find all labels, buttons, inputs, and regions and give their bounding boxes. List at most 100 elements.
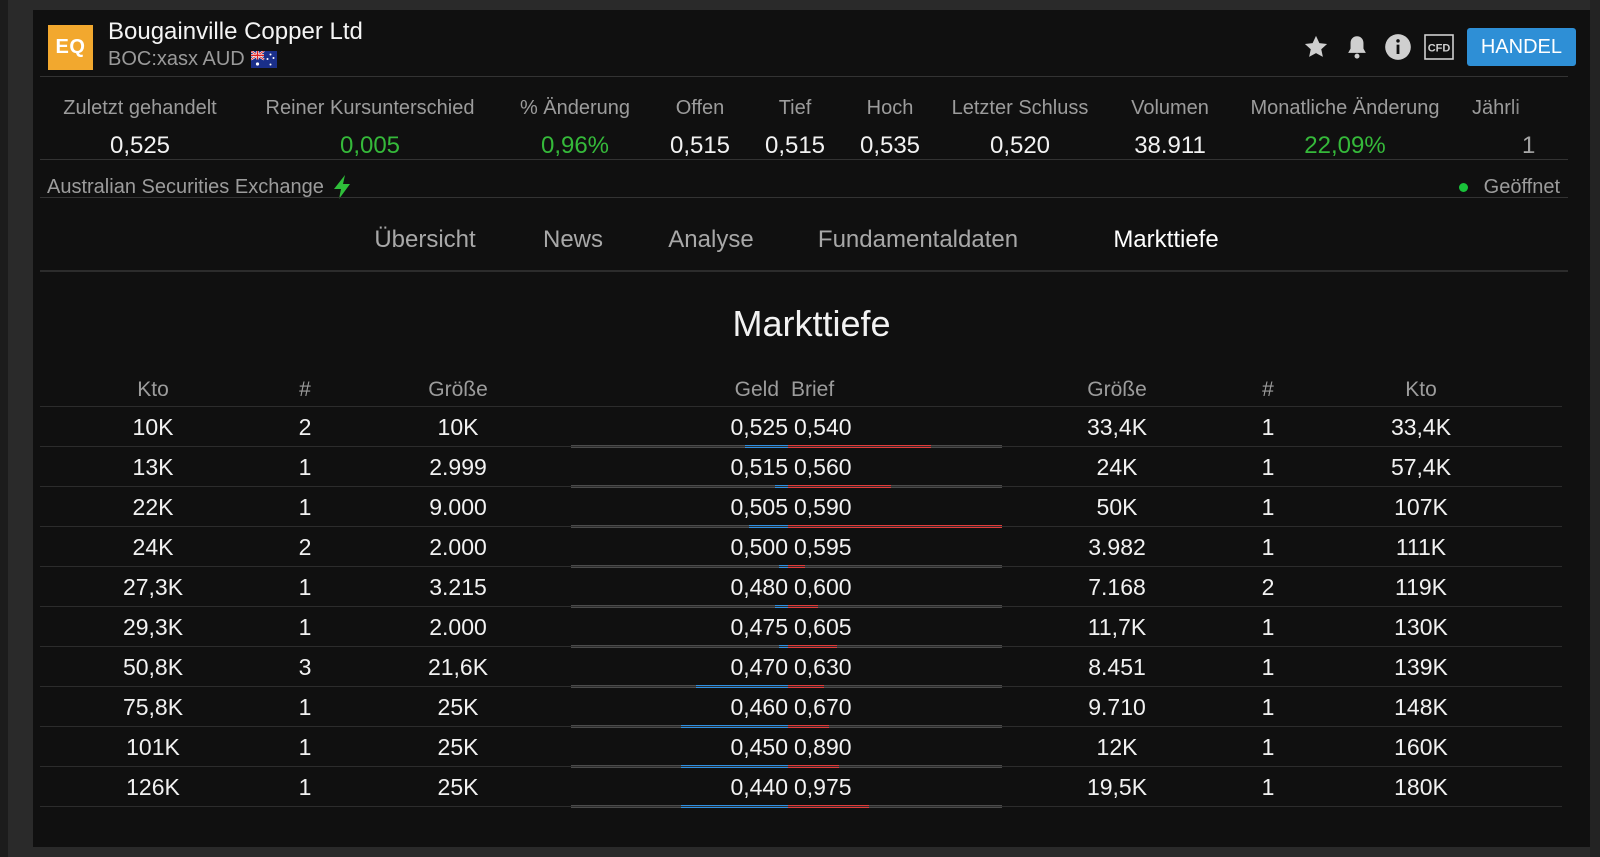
- scrollbar-track[interactable]: [1590, 0, 1600, 857]
- cell-kto-bid: 50,8K: [122, 654, 184, 680]
- cell-size-ask: 11,7K: [1087, 614, 1147, 640]
- table-row[interactable]: 10K 2 10K 33,4K 1 33,4K 0,525 0,540: [40, 407, 1562, 448]
- tab-fundamentals[interactable]: Fundamentaldaten: [798, 208, 1038, 272]
- header-divider: [40, 76, 1568, 77]
- table-row[interactable]: 24K 2 2.000 3.982 1 111K 0,500 0,595: [40, 527, 1562, 568]
- stat-label: Offen: [675, 97, 725, 119]
- table-row[interactable]: 50,8K 3 21,6K 8.451 1 139K 0,470 0,630: [40, 647, 1562, 688]
- table-row[interactable]: 29,3K 1 2.000 11,7K 1 130K 0,475 0,605: [40, 607, 1562, 648]
- cell-ask-price: 0,630: [794, 654, 852, 680]
- cell-ask-price: 0,540: [794, 414, 852, 440]
- company-name: Bougainville Copper Ltd: [108, 18, 363, 45]
- cell-count-bid: 1: [298, 734, 312, 760]
- tab-label: News: [542, 226, 603, 253]
- cell-kto-bid: 27,3K: [122, 574, 184, 600]
- header-count-ask: #: [1262, 378, 1274, 401]
- cell-count-bid: 1: [298, 694, 312, 720]
- header-count-bid: #: [299, 378, 311, 401]
- cell-count-bid: 2: [298, 534, 312, 560]
- table-row[interactable]: 101K 1 25K 12K 1 160K 0,450 0,890: [40, 727, 1562, 768]
- stat-open: Offen 0,515: [655, 86, 745, 160]
- cell-kto-bid: 10K: [132, 414, 174, 440]
- cell-ask-price: 0,560: [794, 454, 852, 480]
- tab-market-depth[interactable]: Markttiefe: [1079, 208, 1253, 272]
- cell-size-ask: 3.982: [1088, 534, 1146, 560]
- cell-kto-ask: 139K: [1394, 654, 1448, 680]
- cell-bid-price: 0,450: [730, 734, 788, 760]
- stat-net-change: Reiner Kursunterschied 0,005: [245, 86, 495, 160]
- cell-kto-bid: 75,8K: [122, 694, 184, 720]
- cell-bid-price: 0,460: [730, 694, 788, 720]
- row-divider: [40, 806, 1562, 807]
- info-icon[interactable]: [1382, 31, 1414, 63]
- cell-count-ask: 2: [1261, 574, 1275, 600]
- cell-kto-ask: 180K: [1394, 774, 1448, 800]
- cell-size-bid: 2.000: [429, 534, 487, 560]
- cell-bid-price: 0,525: [730, 414, 788, 440]
- cell-count-ask: 1: [1261, 654, 1275, 680]
- stat-label: Zuletzt gehandelt: [63, 97, 217, 119]
- cell-kto-bid: 29,3K: [122, 614, 184, 640]
- stat-percent-change: % Änderung 0,96%: [505, 86, 645, 160]
- stats-overflow-fade: [1508, 86, 1568, 168]
- ticker-line: BOC:xasx AUD: [108, 48, 277, 71]
- stat-value: 0,525: [109, 132, 171, 159]
- cell-size-ask: 12K: [1096, 734, 1138, 760]
- cell-kto-bid: 13K: [132, 454, 174, 480]
- tab-news[interactable]: News: [523, 208, 623, 272]
- cell-count-ask: 1: [1261, 494, 1275, 520]
- table-row[interactable]: 22K 1 9.000 50K 1 107K 0,505 0,590: [40, 487, 1562, 528]
- cell-size-ask: 9.710: [1088, 694, 1146, 720]
- ticker-symbol: BOC:xasx AUD: [108, 48, 245, 70]
- cell-bid-price: 0,505: [730, 494, 788, 520]
- market-status-text: Geöffnet: [1483, 175, 1560, 198]
- header-actions: CFD HANDEL: [1300, 28, 1576, 66]
- tab-overview[interactable]: Übersicht: [355, 208, 495, 272]
- cell-count-ask: 1: [1261, 414, 1275, 440]
- table-row[interactable]: 27,3K 1 3.215 7.168 2 119K 0,480 0,600: [40, 567, 1562, 608]
- cell-count-bid: 1: [298, 774, 312, 800]
- market-status: Geöffnet: [1458, 168, 1560, 206]
- tab-label: Markttiefe: [1113, 226, 1219, 253]
- cell-size-ask: 24K: [1096, 454, 1138, 480]
- cell-bid-price: 0,500: [730, 534, 788, 560]
- cell-size-ask: 8.451: [1088, 654, 1146, 680]
- star-icon[interactable]: [1300, 31, 1332, 63]
- market-depth-title: Markttiefe: [732, 303, 891, 344]
- table-row[interactable]: 13K 1 2.999 24K 1 57,4K 0,515 0,560: [40, 447, 1562, 488]
- stat-value: 0,515: [764, 132, 826, 159]
- tab-label: Analyse: [668, 226, 754, 253]
- stat-label: Reiner Kursunterschied: [265, 97, 475, 119]
- cell-count-bid: 1: [298, 614, 312, 640]
- header-ask: Brief: [791, 378, 835, 401]
- cell-kto-ask: 119K: [1394, 574, 1448, 600]
- cell-count-bid: 1: [298, 574, 312, 600]
- cell-ask-price: 0,590: [794, 494, 852, 520]
- stat-high: Hoch 0,535: [845, 86, 935, 160]
- stat-last-traded: Zuletzt gehandelt 0,525: [40, 86, 240, 160]
- bell-icon[interactable]: [1341, 31, 1373, 63]
- exchange-name: Australian Securities Exchange: [47, 175, 324, 198]
- cell-ask-price: 0,595: [794, 534, 852, 560]
- cfd-icon[interactable]: CFD: [1423, 31, 1455, 63]
- stat-label: Tief: [778, 97, 812, 119]
- cell-size-ask: 33,4K: [1086, 414, 1148, 440]
- cell-kto-ask: 107K: [1394, 494, 1448, 520]
- cell-size-bid: 25K: [437, 694, 479, 720]
- cell-bid-price: 0,515: [730, 454, 788, 480]
- cell-size-bid: 9.000: [429, 494, 487, 520]
- cell-size-ask: 7.168: [1088, 574, 1146, 600]
- stat-monthly-change: Monatliche Änderung 22,09%: [1235, 86, 1455, 160]
- table-row[interactable]: 126K 1 25K 19,5K 1 180K 0,440 0,975: [40, 767, 1562, 808]
- stats-bar: Zuletzt gehandelt 0,525 Reiner Kursunter…: [40, 86, 1568, 168]
- tab-analysis[interactable]: Analyse: [651, 208, 771, 272]
- stat-label: Letzter Schluss: [951, 97, 1089, 119]
- exchange-divider: [40, 197, 1568, 198]
- table-row[interactable]: 75,8K 1 25K 9.710 1 148K 0,460 0,670: [40, 687, 1562, 728]
- cell-size-bid: 3.215: [429, 574, 487, 600]
- trade-button[interactable]: HANDEL: [1466, 28, 1576, 66]
- cell-size-ask: 19,5K: [1086, 774, 1148, 800]
- cell-count-ask: 1: [1261, 454, 1275, 480]
- cell-kto-bid: 126K: [126, 774, 180, 800]
- stat-value: 0,520: [989, 132, 1051, 159]
